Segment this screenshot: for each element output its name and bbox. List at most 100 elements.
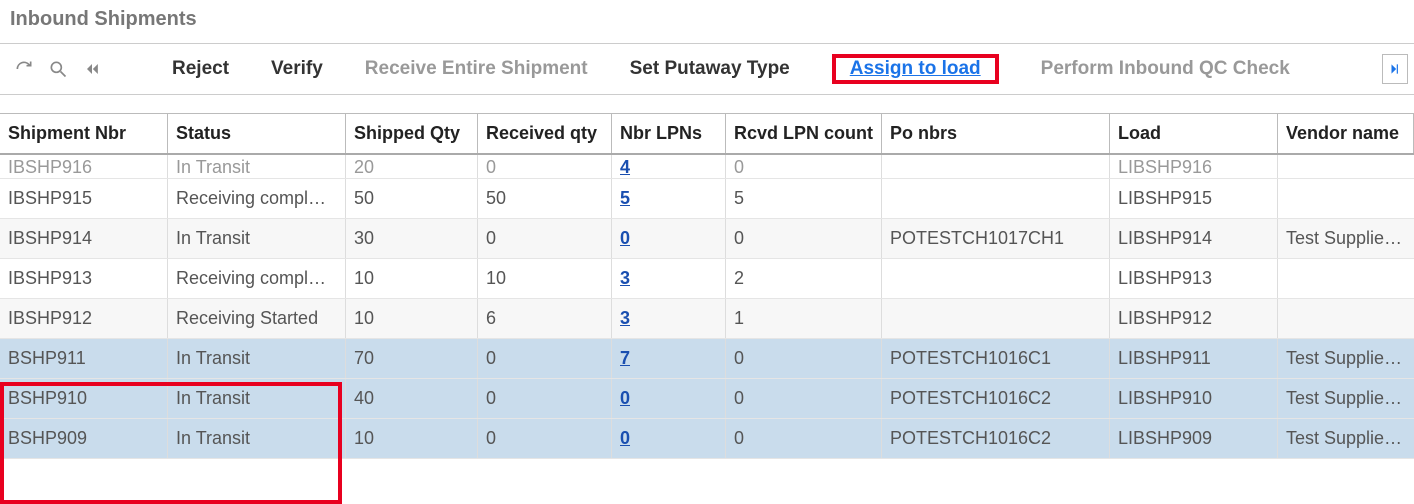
cell-shipment-nbr: BSHP911 bbox=[0, 339, 168, 378]
cell-nbr-lpns[interactable]: 3 bbox=[612, 299, 726, 338]
assign-to-load-button[interactable]: Assign to load bbox=[836, 52, 995, 85]
col-load[interactable]: Load bbox=[1110, 114, 1278, 153]
table-row[interactable]: IBSHP913Receiving compl…101032LIBSHP913 bbox=[0, 259, 1414, 299]
cell-received-qty: 0 bbox=[478, 379, 612, 418]
cell-nbr-lpns[interactable]: 5 bbox=[612, 179, 726, 218]
lpn-link[interactable]: 5 bbox=[620, 188, 630, 208]
cell-shipment-nbr: IBSHP914 bbox=[0, 219, 168, 258]
table-header-row: Shipment Nbr Status Shipped Qty Received… bbox=[0, 114, 1414, 155]
toolbar-overflow-icon[interactable] bbox=[1382, 54, 1408, 84]
table-body: IBSHP916In Transit20040LIBSHP916IBSHP915… bbox=[0, 155, 1414, 459]
cell-status: In Transit bbox=[168, 379, 346, 418]
cell-load: LIBSHP916 bbox=[1110, 155, 1278, 178]
cell-nbr-lpns[interactable]: 4 bbox=[612, 155, 726, 178]
cell-shipment-nbr: BSHP909 bbox=[0, 419, 168, 458]
cell-rcvd-lpn-count: 0 bbox=[726, 339, 882, 378]
cell-status: In Transit bbox=[168, 419, 346, 458]
cell-status: Receiving Started bbox=[168, 299, 346, 338]
cell-shipped-qty: 20 bbox=[346, 155, 478, 178]
cell-received-qty: 6 bbox=[478, 299, 612, 338]
cell-rcvd-lpn-count: 0 bbox=[726, 419, 882, 458]
cell-shipment-nbr: IBSHP912 bbox=[0, 299, 168, 338]
cell-rcvd-lpn-count: 2 bbox=[726, 259, 882, 298]
col-po-nbrs[interactable]: Po nbrs bbox=[882, 114, 1110, 153]
perform-inbound-qc-button: Perform Inbound QC Check bbox=[1041, 58, 1290, 80]
lpn-link[interactable]: 4 bbox=[620, 157, 630, 177]
cell-vendor-name: Test Supplie… bbox=[1278, 419, 1414, 458]
cell-received-qty: 50 bbox=[478, 179, 612, 218]
collapse-left-icon[interactable] bbox=[78, 55, 106, 83]
refresh-icon[interactable] bbox=[10, 55, 38, 83]
col-nbr-lpns[interactable]: Nbr LPNs bbox=[612, 114, 726, 153]
search-icon[interactable] bbox=[44, 55, 72, 83]
page-title: Inbound Shipments bbox=[0, 0, 1414, 43]
col-received-qty[interactable]: Received qty bbox=[478, 114, 612, 153]
cell-po-nbrs: POTESTCH1016C2 bbox=[882, 379, 1110, 418]
cell-load: LIBSHP913 bbox=[1110, 259, 1278, 298]
cell-vendor-name bbox=[1278, 179, 1414, 218]
lpn-link[interactable]: 0 bbox=[620, 428, 630, 448]
cell-shipped-qty: 70 bbox=[346, 339, 478, 378]
receive-entire-shipment-button: Receive Entire Shipment bbox=[365, 58, 588, 80]
cell-status: Receiving compl… bbox=[168, 179, 346, 218]
cell-load: LIBSHP910 bbox=[1110, 379, 1278, 418]
cell-shipment-nbr: IBSHP913 bbox=[0, 259, 168, 298]
cell-rcvd-lpn-count: 5 bbox=[726, 179, 882, 218]
toolbar: Reject Verify Receive Entire Shipment Se… bbox=[0, 43, 1414, 95]
cell-status: Receiving compl… bbox=[168, 259, 346, 298]
cell-received-qty: 0 bbox=[478, 339, 612, 378]
lpn-link[interactable]: 0 bbox=[620, 228, 630, 248]
cell-shipment-nbr: IBSHP916 bbox=[0, 155, 168, 178]
cell-nbr-lpns[interactable]: 0 bbox=[612, 379, 726, 418]
cell-shipped-qty: 10 bbox=[346, 299, 478, 338]
cell-po-nbrs bbox=[882, 299, 1110, 338]
cell-shipped-qty: 30 bbox=[346, 219, 478, 258]
cell-load: LIBSHP912 bbox=[1110, 299, 1278, 338]
cell-vendor-name: Test Supplie… bbox=[1278, 219, 1414, 258]
table-row[interactable]: IBSHP915Receiving compl…505055LIBSHP915 bbox=[0, 179, 1414, 219]
lpn-link[interactable]: 0 bbox=[620, 388, 630, 408]
verify-button[interactable]: Verify bbox=[271, 58, 323, 80]
cell-shipped-qty: 40 bbox=[346, 379, 478, 418]
col-vendor-name[interactable]: Vendor name bbox=[1278, 114, 1414, 153]
action-bar: Reject Verify Receive Entire Shipment Se… bbox=[172, 54, 1290, 84]
cell-received-qty: 10 bbox=[478, 259, 612, 298]
reject-button[interactable]: Reject bbox=[172, 58, 229, 80]
cell-vendor-name: Test Supplie… bbox=[1278, 339, 1414, 378]
cell-nbr-lpns[interactable]: 3 bbox=[612, 259, 726, 298]
cell-load: LIBSHP911 bbox=[1110, 339, 1278, 378]
lpn-link[interactable]: 7 bbox=[620, 348, 630, 368]
col-status[interactable]: Status bbox=[168, 114, 346, 153]
cell-received-qty: 0 bbox=[478, 219, 612, 258]
cell-shipment-nbr: IBSHP915 bbox=[0, 179, 168, 218]
shipments-table: Shipment Nbr Status Shipped Qty Received… bbox=[0, 113, 1414, 459]
col-shipped-qty[interactable]: Shipped Qty bbox=[346, 114, 478, 153]
table-row[interactable]: BSHP909In Transit10000POTESTCH1016C2LIBS… bbox=[0, 419, 1414, 459]
cell-status: In Transit bbox=[168, 219, 346, 258]
cell-shipped-qty: 50 bbox=[346, 179, 478, 218]
table-row[interactable]: IBSHP912Receiving Started1063 1 LIBSHP912 bbox=[0, 299, 1414, 339]
cell-nbr-lpns[interactable]: 7 bbox=[612, 339, 726, 378]
cell-nbr-lpns[interactable]: 0 bbox=[612, 419, 726, 458]
cell-shipment-nbr: BSHP910 bbox=[0, 379, 168, 418]
cell-rcvd-lpn-count: 1 bbox=[726, 299, 882, 338]
cell-nbr-lpns[interactable]: 0 bbox=[612, 219, 726, 258]
table-row[interactable]: BSHP911In Transit70070POTESTCH1016C1LIBS… bbox=[0, 339, 1414, 379]
table-row[interactable]: IBSHP914In Transit30000POTESTCH1017CH1LI… bbox=[0, 219, 1414, 259]
cell-po-nbrs: POTESTCH1016C1 bbox=[882, 339, 1110, 378]
lpn-link[interactable]: 3 bbox=[620, 268, 630, 288]
col-rcvd-lpn-count[interactable]: Rcvd LPN count bbox=[726, 114, 882, 153]
cell-received-qty: 0 bbox=[478, 155, 612, 178]
cell-status: In Transit bbox=[168, 339, 346, 378]
table-row[interactable]: BSHP910In Transit40000POTESTCH1016C2LIBS… bbox=[0, 379, 1414, 419]
col-shipment-nbr[interactable]: Shipment Nbr bbox=[0, 114, 168, 153]
lpn-link[interactable]: 3 bbox=[620, 308, 630, 328]
cell-vendor-name bbox=[1278, 299, 1414, 338]
cell-po-nbrs: POTESTCH1017CH1 bbox=[882, 219, 1110, 258]
cell-po-nbrs bbox=[882, 259, 1110, 298]
table-row[interactable]: IBSHP916In Transit20040LIBSHP916 bbox=[0, 155, 1414, 179]
set-putaway-type-button[interactable]: Set Putaway Type bbox=[630, 58, 790, 80]
cell-load: LIBSHP909 bbox=[1110, 419, 1278, 458]
cell-po-nbrs bbox=[882, 179, 1110, 218]
cell-po-nbrs: POTESTCH1016C2 bbox=[882, 419, 1110, 458]
